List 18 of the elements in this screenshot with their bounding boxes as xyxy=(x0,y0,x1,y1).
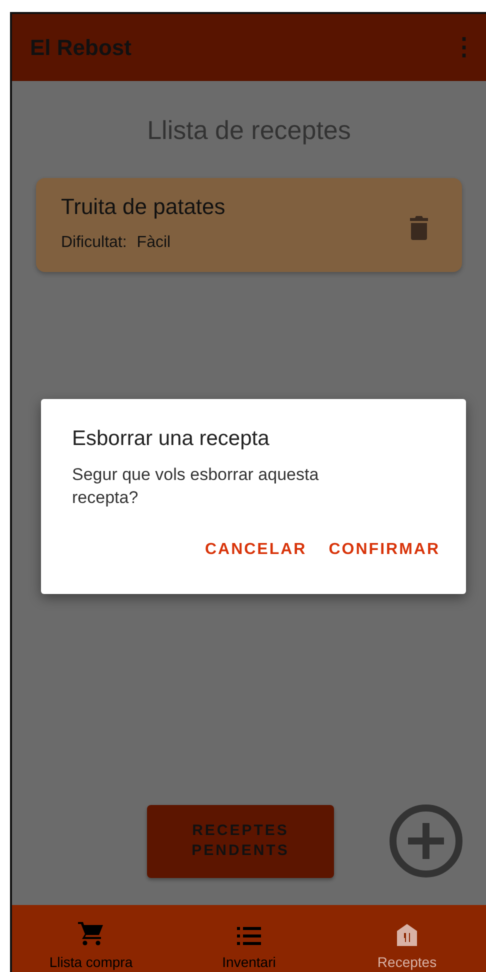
page-title: Llista de receptes xyxy=(147,115,351,146)
dialog-button[interactable]: CANCELAR xyxy=(204,541,307,559)
app-title: El Rebost xyxy=(30,34,132,60)
delete-icon[interactable] xyxy=(410,216,428,240)
dialog-button[interactable]: CONFIRMAR xyxy=(328,541,440,559)
nav-tab[interactable]: Receptes xyxy=(328,905,486,972)
nav-tab[interactable]: Inventari xyxy=(170,905,328,972)
difficulty-value: Fàcil xyxy=(136,234,171,252)
add-icon[interactable] xyxy=(388,803,464,879)
recipe-name: Truita de patates xyxy=(61,194,226,220)
cart-icon xyxy=(78,922,104,946)
difficulty-label: Dificultat: xyxy=(61,234,127,252)
recipe-card[interactable]: Truita de patates Dificultat: Fàcil xyxy=(36,178,462,272)
nav-tab[interactable]: Llista compra xyxy=(12,905,170,972)
house-icon xyxy=(397,924,417,946)
dialog-title: Esborrar una recepta xyxy=(72,427,270,451)
list-icon xyxy=(237,926,261,946)
dialog-message: Segur que vols esborrar aquesta recepta? xyxy=(72,464,320,509)
